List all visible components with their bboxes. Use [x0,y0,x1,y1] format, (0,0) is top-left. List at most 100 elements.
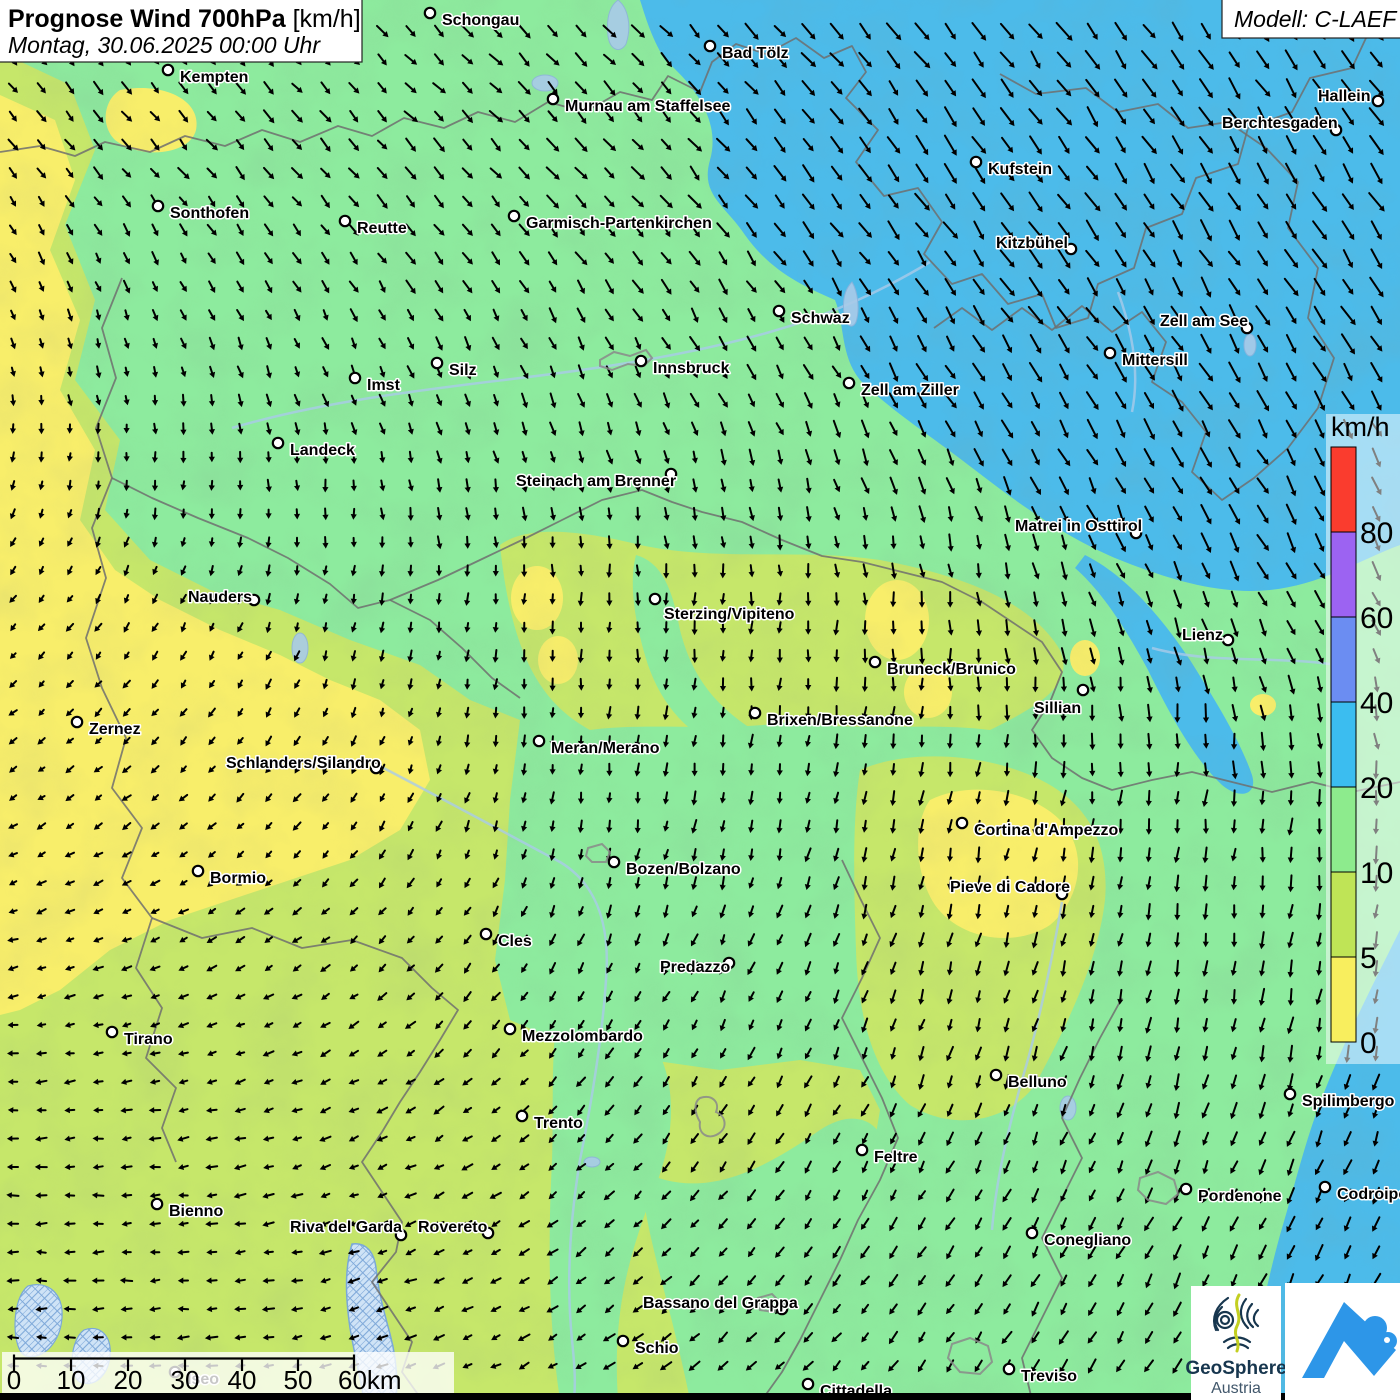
wind-arrow [524,735,525,743]
wind-arrow [1205,848,1206,859]
wind-arrow [11,1195,19,1196]
wind-arrow [864,594,865,602]
wind-arrow [1205,876,1206,888]
scalebar-label-0: 0 [7,1365,21,1395]
wind-arrow [808,650,809,658]
city-label-meran-merano: Meran/Merano [551,740,660,757]
city-label-mezzolombardo: Mezzolombardo [522,1028,643,1045]
scalebar-label-60km: 60km [338,1365,402,1395]
wind-arrow [1092,848,1093,859]
wind-arrow [496,736,497,743]
wind-arrow [1064,849,1065,858]
city-marker-meran-merano [534,736,544,746]
legend-color-box-40 [1331,617,1356,702]
wind-arrow [978,677,979,688]
wind-arrow [410,651,411,658]
wind-arrow [807,537,808,545]
city-marker-silz [432,358,442,368]
city-marker-schio [618,1336,628,1346]
wind-arrow [496,821,497,828]
geosphere-logo: GeoSphere Austria [1185,1286,1286,1400]
wind-arrow [1092,734,1093,746]
wind-arrow [893,734,894,744]
city-marker-cles [481,929,491,939]
city-label-spilimbergo: Spilimbergo [1302,1093,1395,1110]
city-marker-cittadella [803,1379,813,1389]
city-marker-cortina-d-ampezzo [957,818,967,828]
city-marker-schwaz [774,306,784,316]
legend-color-box-10 [1331,787,1356,872]
wind-arrow [155,509,156,516]
city-label-schlanders-silandro: Schlanders/Silandro [226,755,381,772]
city-label-lienz: Lienz [1182,627,1223,644]
wind-arrow [780,736,781,743]
wind-arrow [1120,990,1121,1000]
city-label-hallein: Hallein [1318,88,1370,105]
city-label-landeck: Landeck [290,442,355,459]
wind-arrow [1205,735,1206,745]
city-marker-spilimbergo [1285,1089,1295,1099]
scalebar-label-40: 40 [228,1365,257,1395]
wind-arrow [1290,705,1291,717]
wind-arrow [181,1337,188,1338]
wind-arrow [210,1166,218,1167]
wind-arrow [694,565,695,574]
wind-arrow [609,565,610,574]
city-label-treviso: Treviso [1021,1368,1077,1385]
geosphere-org-label: GeoSphere [1185,1358,1286,1379]
wind-arrow [1319,962,1320,972]
wind-arrow [1262,733,1263,747]
wind-arrow [40,1081,47,1082]
wind-arrow [1120,906,1121,914]
wind-arrow [1262,792,1263,801]
wind-arrow [893,764,894,772]
wind-arrow [1063,678,1064,688]
wind-arrow [1149,904,1150,916]
wind-arrow [694,508,695,517]
caldonazzo-lake [584,1157,600,1167]
wind-arrow [1291,848,1292,859]
wind-arrow [1063,762,1064,774]
wind-arrow [524,594,525,600]
wind-arrow [751,821,752,829]
wind-arrow [865,821,866,829]
wind-arrow [921,649,922,660]
wind-arrow [666,594,667,602]
city-label-codroipo: Codroipo [1337,1186,1400,1203]
wind-arrow [694,536,695,545]
city-label-innsbruck: Innsbruck [653,360,730,377]
wind-arrow [1291,791,1292,801]
city-marker-imst [350,373,360,383]
wind-arrow [1120,848,1121,858]
city-marker-tirano [107,1027,117,1037]
wind-arrow [1291,875,1292,887]
wind-arrow [1234,820,1235,829]
city-label-bormio: Bormio [210,870,266,887]
wind-arrow [637,565,638,572]
wind-arrow [524,764,525,771]
valid-time-label: Montag, 30.06.2025 00:00 Uhr [8,32,321,58]
wind-arrow [182,1252,189,1253]
city-marker-sillian [1078,685,1088,695]
wind-arrow [1120,763,1121,773]
wind-arrow [978,847,979,859]
wind-arrow [153,1138,161,1139]
wind-arrow [950,849,951,858]
city-label-riva-del-garda: Riva del Garda [290,1219,402,1236]
wind-arrow [1234,877,1235,886]
city-label-silz: Silz [449,362,477,379]
city-marker-trento [517,1111,527,1121]
wind-arrow [723,594,724,601]
wind-arrow [1205,763,1206,772]
wind-arrow [638,878,639,885]
scalebar-label-20: 20 [114,1365,143,1395]
wind-arrow [609,878,610,885]
city-label-cortina-d-ampezzo: Cortina d'Ampezzo [974,822,1118,839]
met-logo [1285,1283,1400,1400]
wind-arrow [779,820,780,829]
wind-arrow [751,565,752,573]
wind-arrow [751,849,752,856]
wind-arrow [694,708,695,714]
wind-arrow [893,678,894,687]
wind-arrow [1149,791,1150,802]
